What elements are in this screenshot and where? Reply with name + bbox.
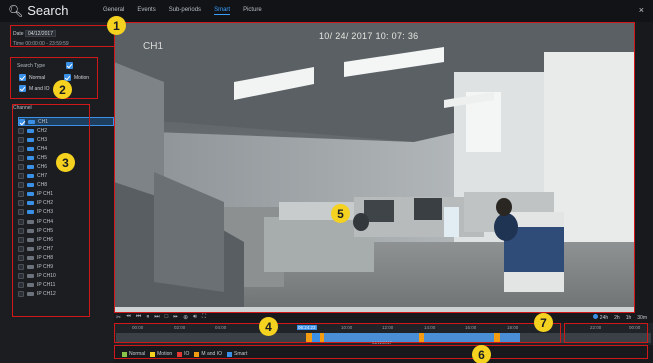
tab-sub-periods[interactable]: Sub-periods bbox=[169, 7, 201, 15]
stop-icon[interactable]: □ bbox=[165, 314, 169, 321]
volume-icon[interactable]: 🔊︎ bbox=[193, 314, 197, 321]
pause-icon[interactable]: ⏸︎ bbox=[146, 314, 149, 321]
title-text: Search bbox=[27, 3, 69, 18]
annotation-badge-5: 5 bbox=[331, 204, 350, 223]
tab-bar: General Events Sub-periods Smart Picture bbox=[103, 7, 262, 15]
scissors-icon[interactable]: ✂︎ bbox=[116, 314, 121, 321]
next-frame-icon[interactable]: ⏭︎ bbox=[154, 314, 159, 321]
tab-smart[interactable]: Smart bbox=[214, 7, 231, 15]
search-window: 🔍︎ Search General Events Sub-periods Sma… bbox=[0, 0, 653, 363]
radio-selected-icon bbox=[593, 314, 599, 319]
window-title: 🔍︎ Search bbox=[8, 3, 68, 18]
annotation-badge-1: 1 bbox=[107, 16, 126, 35]
zoom-30m[interactable]: 30m bbox=[637, 315, 647, 321]
annotation-box-6 bbox=[114, 345, 648, 359]
annotation-badge-7: 7 bbox=[534, 313, 553, 332]
annotation-box-7 bbox=[564, 323, 648, 343]
zoom-1h[interactable]: 1h bbox=[626, 315, 632, 321]
annotation-box-1 bbox=[10, 25, 115, 47]
playback-toolbar: ✂︎ ⏪︎ ⏮︎ ⏸︎ ⏭︎ □ ⏩︎ ⊕ 🔊︎ ⛶ 24h 2h 1h 30m bbox=[114, 312, 653, 323]
fullscreen-icon[interactable]: ⛶ bbox=[202, 314, 206, 321]
zoom-2h[interactable]: 2h bbox=[614, 315, 620, 321]
prev-frame-icon[interactable]: ⏮︎ bbox=[136, 314, 141, 321]
zoom-24h-label: 24h bbox=[599, 315, 609, 321]
zoom-24h[interactable]: 24h bbox=[593, 314, 608, 321]
annotation-box-4 bbox=[114, 323, 561, 343]
tab-events[interactable]: Events bbox=[137, 7, 155, 15]
tab-general[interactable]: General bbox=[103, 7, 124, 15]
zoom-level-selector: 24h 2h 1h 30m bbox=[593, 314, 647, 321]
annotation-badge-2: 2 bbox=[53, 80, 72, 99]
annotation-badge-3: 3 bbox=[56, 153, 75, 172]
close-icon[interactable]: × bbox=[639, 5, 644, 15]
search-icon: 🔍︎ bbox=[8, 3, 24, 18]
top-bar: 🔍︎ Search General Events Sub-periods Sma… bbox=[0, 0, 653, 22]
rewind-icon[interactable]: ⏪︎ bbox=[126, 314, 131, 321]
fast-forward-icon[interactable]: ⏩︎ bbox=[173, 314, 178, 321]
annotation-box-5 bbox=[114, 22, 635, 313]
annotation-box-3 bbox=[12, 104, 90, 317]
annotation-badge-4: 4 bbox=[259, 317, 278, 336]
annotation-badge-6: 6 bbox=[472, 345, 491, 363]
playback-controls: ✂︎ ⏪︎ ⏮︎ ⏸︎ ⏭︎ □ ⏩︎ ⊕ 🔊︎ ⛶ bbox=[116, 314, 206, 321]
tab-picture[interactable]: Picture bbox=[243, 7, 262, 15]
zoom-icon[interactable]: ⊕ bbox=[183, 314, 188, 321]
